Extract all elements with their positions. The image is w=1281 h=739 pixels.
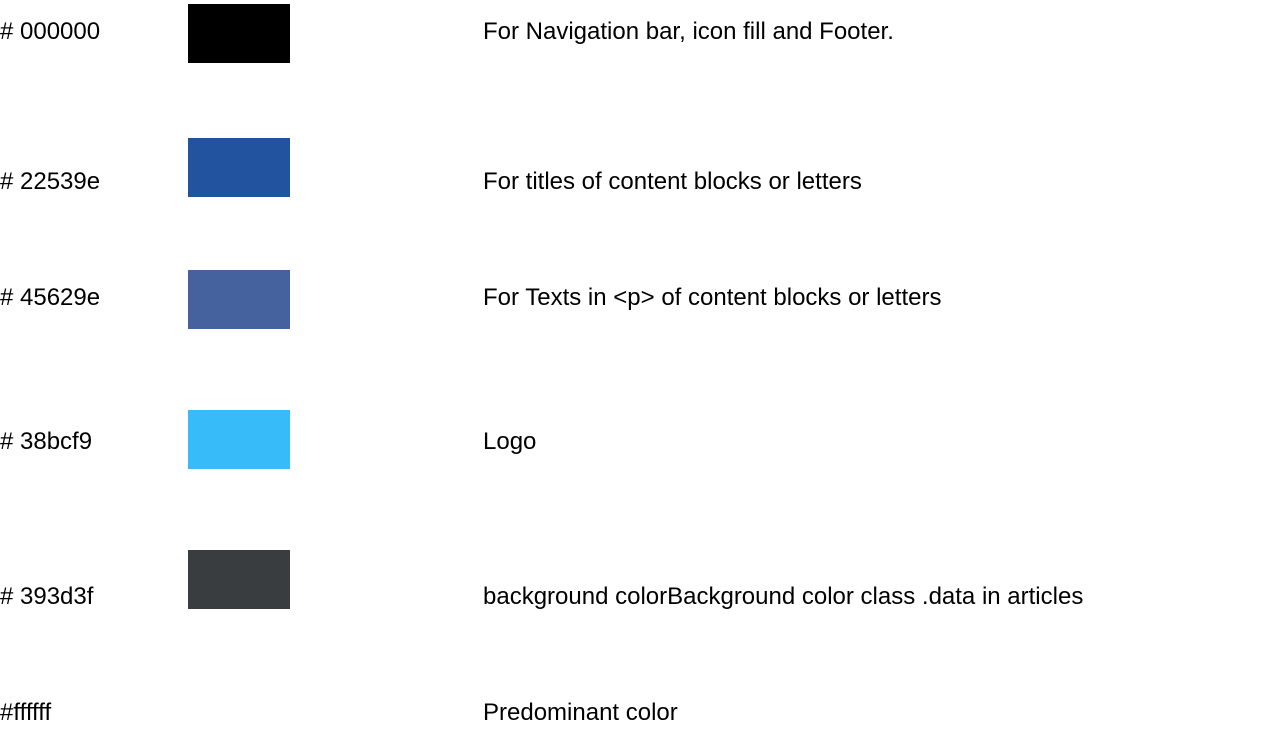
color-swatch [188, 680, 290, 739]
color-palette-page: { "palette": [ { "hex": "# 000000", "col… [0, 0, 1281, 739]
color-description: For Texts in <p> of content blocks or le… [483, 284, 942, 311]
hex-code: # 38bcf9 [0, 428, 93, 455]
hex-code: #ffffff [0, 699, 52, 726]
color-description: Logo [483, 428, 537, 455]
color-description: Predominant color [483, 699, 678, 726]
color-swatch [188, 4, 290, 63]
hex-code: # 22539e [0, 168, 101, 195]
hex-code: # 393d3f [0, 583, 94, 610]
hex-code: # 000000 [0, 18, 101, 45]
color-description: For Navigation bar, icon fill and Footer… [483, 18, 894, 45]
hex-code: # 45629e [0, 284, 101, 311]
color-description: For titles of content blocks or letters [483, 168, 862, 195]
color-swatch [188, 550, 290, 609]
color-description: background colorBackground color class .… [483, 583, 1084, 610]
color-swatch [188, 138, 290, 197]
color-swatch [188, 270, 290, 329]
color-swatch [188, 410, 290, 469]
